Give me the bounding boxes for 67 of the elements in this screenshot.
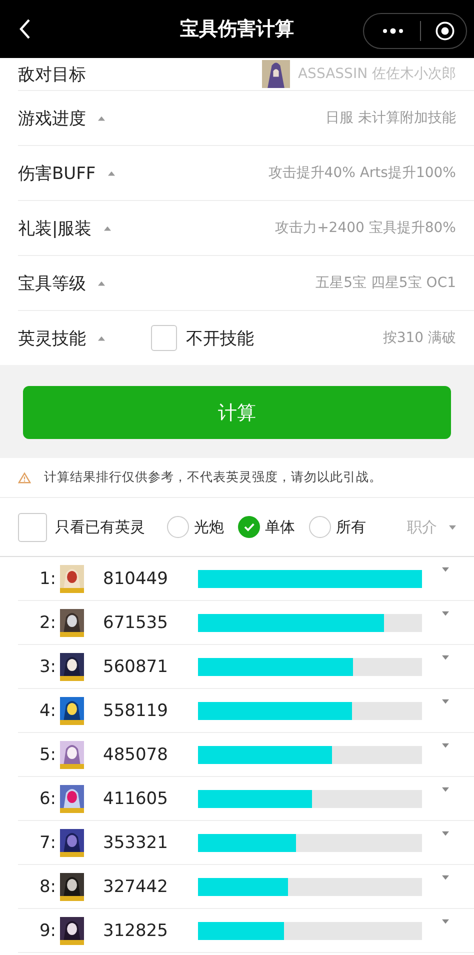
- caret-icon: [98, 336, 105, 340]
- settings-row[interactable]: 礼装|服装 攻击力+2400 宝具提升80%: [18, 201, 474, 256]
- rank-number: 6:: [38, 788, 56, 808]
- damage-value: 671535: [103, 612, 169, 632]
- checkbox[interactable]: [18, 512, 47, 542]
- setting-value: 攻击力+2400 宝具提升80%: [275, 219, 456, 237]
- radio-button[interactable]: [167, 516, 189, 538]
- caret-icon: [98, 116, 105, 120]
- rank-number: 2:: [38, 612, 56, 632]
- damage-value: 485078: [103, 744, 169, 764]
- damage-value: 411605: [103, 788, 169, 808]
- setting-label: 伤害BUFF: [18, 162, 96, 184]
- settings-row[interactable]: 游戏进度 日服 未计算附加技能: [18, 91, 474, 146]
- settings-row[interactable]: 英灵技能 不开技能 按310 满破: [18, 311, 474, 365]
- radio-button[interactable]: [309, 516, 331, 538]
- expand-caret-icon[interactable]: [442, 919, 449, 924]
- damage-value: 312825: [103, 920, 169, 940]
- rank-number: 5:: [38, 744, 56, 764]
- setting-value: 按310 满破: [382, 329, 456, 347]
- warning-icon: [18, 472, 31, 484]
- rank-number: 7:: [38, 832, 56, 852]
- setting-label: 英灵技能: [18, 328, 86, 350]
- rank-number: 1:: [38, 568, 56, 588]
- expand-caret-icon[interactable]: [442, 743, 449, 748]
- expand-caret-icon[interactable]: [442, 699, 449, 704]
- damage-value: 327442: [103, 876, 169, 896]
- expand-caret-icon[interactable]: [442, 655, 449, 660]
- expand-caret-icon[interactable]: [442, 875, 449, 880]
- expand-caret-icon[interactable]: [442, 567, 449, 572]
- setting-label: 礼装|服装: [18, 218, 92, 240]
- rank-number: 3:: [38, 656, 56, 676]
- back-icon[interactable]: [19, 18, 31, 40]
- rank-number: 4:: [38, 700, 56, 720]
- settings-row[interactable]: 宝具等级 五星5宝 四星5宝 OC1: [18, 256, 474, 311]
- radio-label: 光炮: [194, 518, 224, 536]
- radio-label: 单体: [265, 518, 295, 536]
- checkbox-label: 不开技能: [186, 328, 254, 350]
- damage-value: 558119: [103, 700, 169, 720]
- damage-value: 353321: [103, 832, 169, 852]
- more-icon[interactable]: [381, 27, 405, 35]
- damage-value: 560871: [103, 656, 169, 676]
- setting-label: 宝具等级: [18, 272, 86, 294]
- checkbox-label: 只看已有英灵: [55, 518, 145, 536]
- dropdown-caret-icon: [449, 524, 456, 530]
- close-mini-program-icon[interactable]: [435, 21, 455, 41]
- caret-icon: [104, 226, 111, 230]
- caret-icon: [108, 170, 115, 176]
- settings-row[interactable]: 敌对目标 ASSASSIN 佐佐木小次郎: [18, 58, 474, 91]
- setting-label: 敌对目标: [18, 64, 86, 86]
- notice-text: 计算结果排行仅供参考，不代表英灵强度，请勿以此引战。: [44, 469, 382, 486]
- rank-number: 8:: [38, 876, 56, 896]
- expand-caret-icon[interactable]: [442, 787, 449, 792]
- caret-icon: [98, 280, 105, 286]
- settings-row[interactable]: 伤害BUFF 攻击提升40% Arts提升100%: [18, 146, 474, 201]
- setting-value: 日服 未计算附加技能: [326, 109, 456, 127]
- setting-value: 攻击提升40% Arts提升100%: [268, 164, 456, 182]
- setting-value: ASSASSIN 佐佐木小次郎: [298, 65, 456, 83]
- setting-label: 游戏进度: [18, 108, 86, 130]
- rank-number: 9:: [38, 920, 56, 940]
- radio-label: 所有: [336, 518, 366, 536]
- expand-caret-icon[interactable]: [442, 831, 449, 836]
- damage-value: 810449: [103, 568, 169, 588]
- page-title: 宝具伤害计算: [179, 17, 295, 42]
- expand-caret-icon[interactable]: [442, 611, 449, 616]
- radio-button[interactable]: [238, 516, 260, 538]
- setting-value: 五星5宝 四星5宝 OC1: [316, 274, 456, 292]
- checkbox[interactable]: [151, 325, 177, 351]
